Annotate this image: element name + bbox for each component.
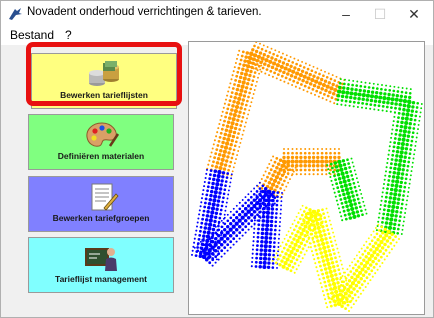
tile-definieren-materialen[interactable]: Definiëren materialen xyxy=(28,114,174,170)
palette-icon xyxy=(86,122,120,147)
logo-panel xyxy=(188,41,425,315)
tile-label: Bewerken tariefgroepen xyxy=(52,213,150,223)
main-window: Novadent onderhoud verrichtingen & tarie… xyxy=(0,0,434,318)
app-icon xyxy=(9,8,22,20)
minimize-button[interactable]: – xyxy=(329,1,363,27)
tile-label: Tarieflijst management xyxy=(55,274,147,284)
selection-highlight xyxy=(26,42,182,106)
menu-help[interactable]: ? xyxy=(65,28,72,42)
title-bar[interactable]: Novadent onderhoud verrichtingen & tarie… xyxy=(1,1,433,27)
teacher-icon xyxy=(85,248,117,271)
menu-bestand[interactable]: Bestand xyxy=(10,28,54,42)
maximize-button[interactable]: ☐ xyxy=(363,1,397,27)
close-button[interactable]: ✕ xyxy=(397,1,431,27)
tooth-logo-icon xyxy=(190,42,423,313)
window-title: Novadent onderhoud verrichtingen & tarie… xyxy=(27,6,262,18)
tile-label: Definiëren materialen xyxy=(57,151,145,161)
tile-tarieflijst-management[interactable]: Tarieflijst management xyxy=(28,237,174,293)
tile-bewerken-tariefgroepen[interactable]: Bewerken tariefgroepen xyxy=(28,176,174,232)
document-pen-icon xyxy=(91,183,119,211)
